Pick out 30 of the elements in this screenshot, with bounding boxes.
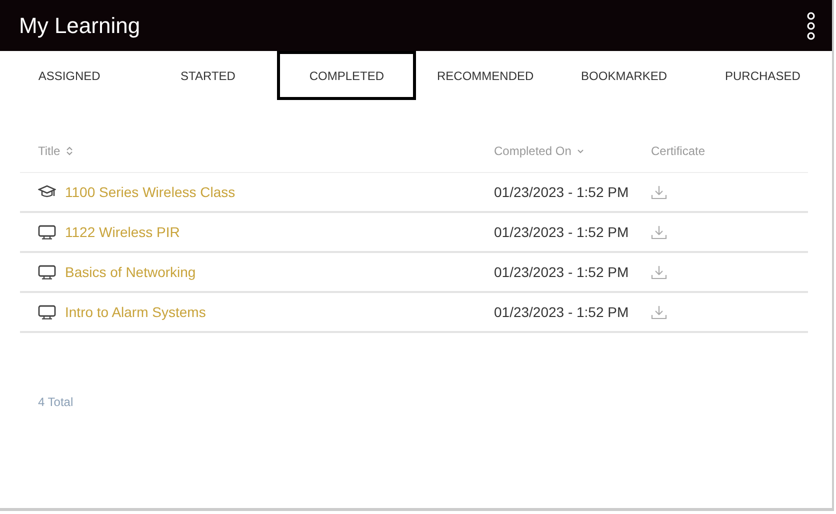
tab[interactable]: STARTED — [138, 51, 278, 100]
table-cell: 01/23/2023 - 1:52 PM — [494, 224, 629, 240]
download-icon[interactable] — [651, 304, 667, 320]
download-icon[interactable] — [651, 184, 667, 200]
tab[interactable]: BOOKMARKED — [554, 51, 694, 100]
course-link[interactable]: Basics of Networking — [65, 264, 196, 280]
monitor-icon — [38, 224, 56, 240]
sort-down-icon[interactable] — [577, 148, 584, 154]
course-link[interactable]: Intro to Alarm Systems — [65, 304, 206, 320]
column-header[interactable]: Certificate — [651, 144, 706, 158]
download-icon[interactable] — [651, 224, 667, 240]
column-header[interactable]: Title — [38, 144, 60, 158]
monitor-icon — [38, 304, 56, 320]
column-header[interactable]: Completed On — [494, 144, 572, 158]
more-options-icon[interactable] — [806, 10, 816, 40]
tab[interactable]: PURCHASED — [693, 51, 832, 100]
page-title: My Learning — [19, 12, 140, 38]
download-icon[interactable] — [651, 264, 667, 280]
tab[interactable]: COMPLETED — [277, 51, 416, 100]
monitor-icon — [38, 264, 56, 280]
table-cell: 01/23/2023 - 1:52 PM — [494, 184, 629, 200]
table-cell: 01/23/2023 - 1:52 PM — [494, 304, 629, 320]
course-link[interactable]: 1100 Series Wireless Class — [65, 184, 236, 200]
tab[interactable]: RECOMMENDED — [416, 51, 555, 100]
sort-icon[interactable] — [66, 146, 74, 156]
table-cell: 01/23/2023 - 1:52 PM — [494, 264, 629, 280]
total-count: 4 Total — [38, 395, 74, 409]
course-link[interactable]: 1122 Wireless PIR — [65, 224, 180, 240]
graduation-cap-icon — [38, 185, 56, 199]
tab[interactable]: ASSIGNED — [0, 51, 139, 100]
